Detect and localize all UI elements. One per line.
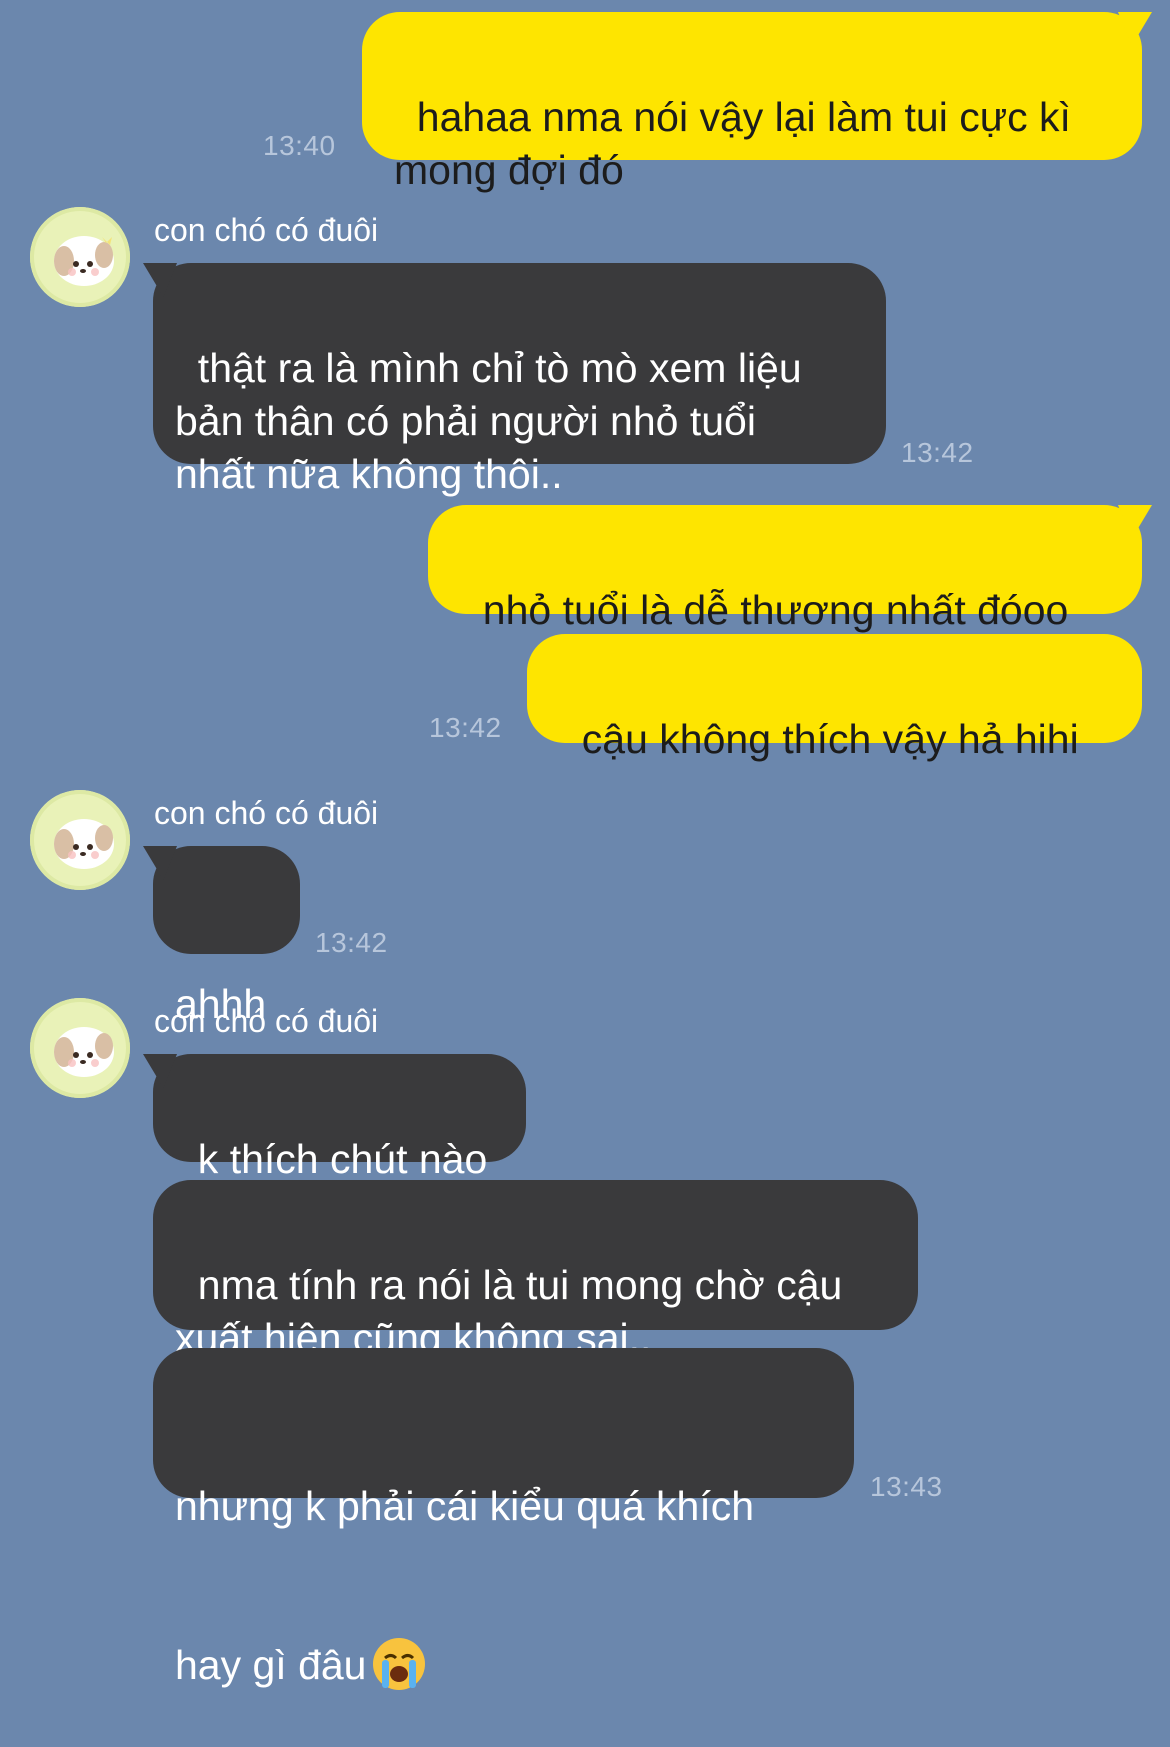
my-message-bubble[interactable]: hahaa nma nói vậy lại làm tui cực kì mon… xyxy=(362,12,1142,193)
message-text-line: nhưng k phải cái kiểu quá khích xyxy=(175,1483,755,1529)
message-timestamp: 13:42 xyxy=(901,437,974,468)
my-message-bubble[interactable]: nhỏ tuổi là dễ thương nhất đóoo xyxy=(428,505,1142,633)
puppy-avatar-icon[interactable] xyxy=(30,207,130,307)
message-timestamp: 13:40 xyxy=(263,130,336,161)
their-message-bubble[interactable]: thật ra là mình chỉ tò mò xem liệu bản t… xyxy=(153,263,886,497)
puppy-avatar-icon[interactable] xyxy=(30,790,130,890)
sender-name: con chó có đuôi xyxy=(154,212,379,248)
message-text: nma tính ra nói là tui mong chờ cậu xuất… xyxy=(175,1262,843,1361)
their-message-bubble[interactable]: ahhh xyxy=(153,846,300,1027)
sender-name: con chó có đuôi xyxy=(154,1003,379,1039)
message-text: hahaa nma nói vậy lại làm tui cực kì mon… xyxy=(394,94,1071,193)
message-text-line: hay gì đâu xyxy=(175,1642,367,1688)
message-timestamp: 13:42 xyxy=(315,927,388,958)
sender-name: con chó có đuôi xyxy=(154,795,379,831)
message-text: nhỏ tuổi là dễ thương nhất đóoo xyxy=(482,587,1069,633)
their-message-bubble[interactable]: nhưng k phải cái kiểu quá khích hay gì đ… xyxy=(153,1348,854,1691)
their-message-bubble[interactable]: nma tính ra nói là tui mong chờ cậu xuất… xyxy=(153,1180,918,1361)
loudly-crying-face-emoji xyxy=(372,1638,425,1691)
puppy-avatar-icon[interactable] xyxy=(30,998,130,1098)
their-message-bubble[interactable]: k thích chút nào xyxy=(153,1054,526,1182)
message-text: cậu không thích vậy hả hihi xyxy=(581,716,1079,762)
message-text: k thích chút nào xyxy=(197,1136,488,1182)
message-timestamp: 13:42 xyxy=(429,712,502,743)
my-message-bubble[interactable]: cậu không thích vậy hả hihi xyxy=(527,634,1142,762)
message-timestamp: 13:43 xyxy=(870,1471,943,1502)
message-text: thật ra là mình chỉ tò mò xem liệu bản t… xyxy=(175,345,802,497)
